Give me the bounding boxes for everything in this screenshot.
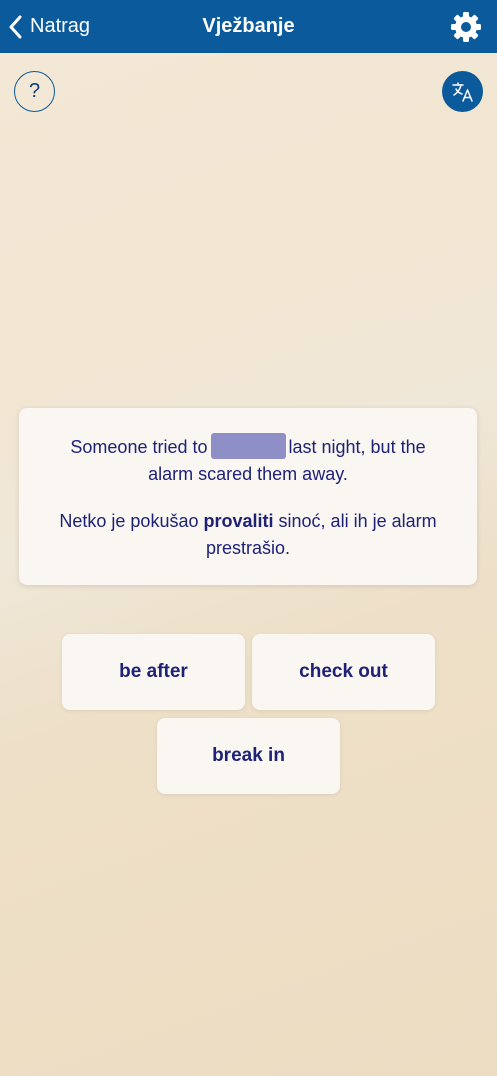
option-button-break-in[interactable]: break in (157, 718, 340, 794)
exercise-card: Someone tried to last night, but the alar… (19, 408, 477, 585)
translate-icon (451, 81, 473, 102)
translation-keyword: provaliti (203, 511, 274, 531)
translation-before: Netko je pokušao (59, 511, 199, 531)
answer-blank (210, 433, 286, 459)
option-button-be-after[interactable]: be after (62, 634, 245, 710)
chevron-left-icon (9, 15, 22, 38)
settings-button[interactable] (449, 10, 483, 44)
translate-button[interactable] (442, 71, 483, 112)
help-button[interactable]: ? (14, 71, 55, 112)
gear-icon (451, 12, 481, 42)
translation-text: Netko je pokušao provaliti sinoć, ali ih… (19, 508, 477, 562)
sentence-before: Someone tried to (70, 437, 208, 457)
back-label: Natrag (30, 15, 91, 37)
help-label: ? (28, 80, 41, 102)
back-button[interactable]: Natrag (8, 0, 90, 53)
exercise-sentence: Someone tried to last night, but the alar… (19, 433, 477, 488)
top-bar: Natrag Vježbanje (0, 0, 497, 53)
option-button-check-out[interactable]: check out (252, 634, 435, 710)
